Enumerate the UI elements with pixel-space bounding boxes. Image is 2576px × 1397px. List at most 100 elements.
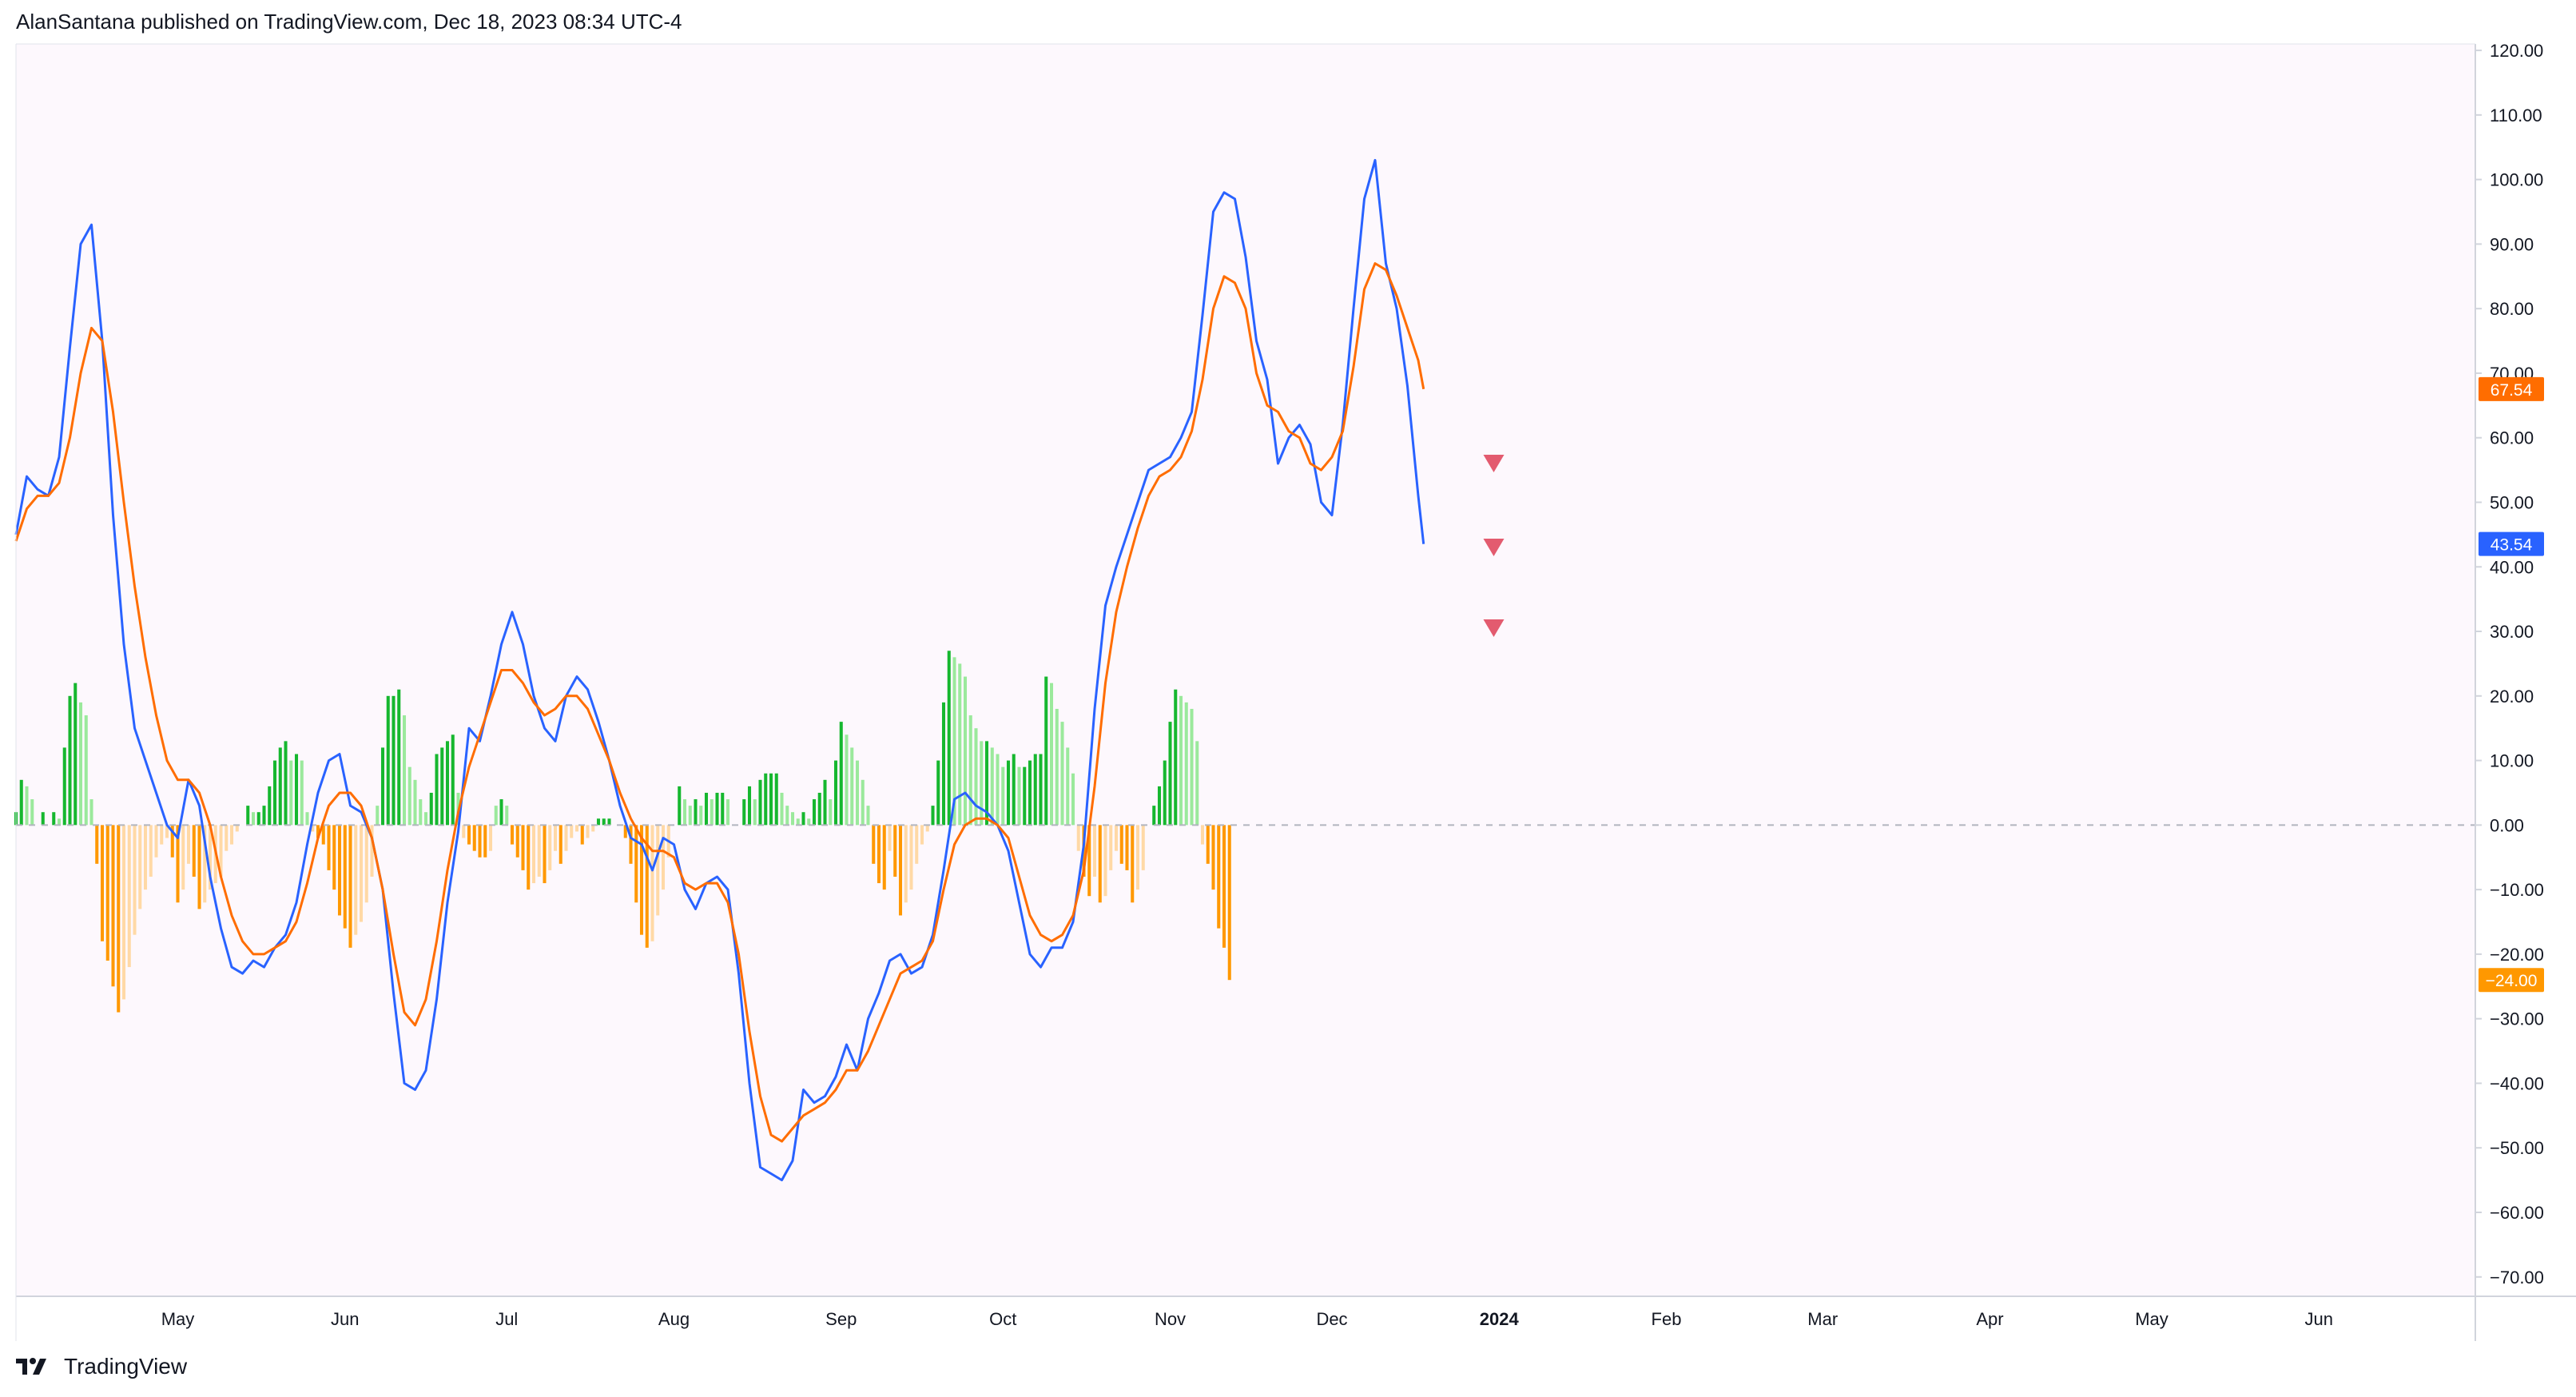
histogram-bar bbox=[1109, 825, 1113, 870]
time-axis-background[interactable] bbox=[16, 1296, 2576, 1341]
price-tick-label: 10.00 bbox=[2490, 751, 2534, 771]
histogram-bar bbox=[251, 812, 256, 826]
histogram-bar bbox=[796, 818, 800, 826]
histogram-bar bbox=[483, 825, 487, 858]
tradingview-logo-icon bbox=[16, 1358, 46, 1375]
histogram-bar bbox=[462, 825, 466, 838]
histogram-bar bbox=[1006, 760, 1011, 826]
histogram-bar bbox=[192, 825, 196, 877]
histogram-bar bbox=[133, 825, 137, 935]
histogram-bar bbox=[278, 747, 282, 826]
histogram-bar bbox=[725, 799, 730, 826]
histogram-bar bbox=[289, 760, 293, 826]
tradingview-brand: TradingView bbox=[64, 1354, 188, 1379]
price-tick-label: −30.00 bbox=[2490, 1009, 2544, 1029]
histogram-bar bbox=[574, 825, 579, 832]
histogram-bar bbox=[564, 825, 568, 851]
histogram-bar bbox=[1039, 754, 1043, 826]
histogram-bar bbox=[19, 779, 23, 826]
histogram-bar bbox=[1179, 695, 1183, 826]
histogram-bar bbox=[435, 754, 439, 826]
histogram-bar bbox=[225, 825, 229, 851]
histogram-bar bbox=[505, 806, 509, 826]
histogram-bar bbox=[105, 825, 109, 961]
histogram-bar bbox=[380, 747, 385, 826]
histogram-bar bbox=[74, 683, 78, 826]
histogram-bar bbox=[570, 825, 574, 838]
last-value-label: 67.54 bbox=[2491, 381, 2533, 400]
histogram-bar bbox=[742, 799, 746, 826]
price-tick-label: −60.00 bbox=[2490, 1203, 2544, 1223]
histogram-bar bbox=[650, 825, 654, 941]
histogram-bar bbox=[1131, 825, 1135, 903]
histogram-bar bbox=[354, 825, 358, 935]
price-tick-label: 40.00 bbox=[2490, 557, 2534, 577]
histogram-bar bbox=[197, 825, 201, 909]
histogram-bar bbox=[758, 779, 762, 826]
histogram-bar bbox=[1103, 825, 1107, 897]
histogram-bar bbox=[780, 792, 784, 826]
histogram-bar bbox=[839, 722, 843, 826]
tradingview-logo[interactable]: TradingView bbox=[16, 1354, 187, 1379]
histogram-bar bbox=[143, 825, 148, 890]
histogram-bar bbox=[1028, 760, 1032, 826]
histogram-bar bbox=[84, 715, 88, 826]
histogram-bar bbox=[974, 728, 978, 826]
price-tick-label: −20.00 bbox=[2490, 945, 2544, 965]
histogram-bar bbox=[89, 799, 93, 826]
histogram-bar bbox=[1206, 825, 1210, 864]
histogram-bar bbox=[30, 799, 34, 826]
price-tick-label: −50.00 bbox=[2490, 1138, 2544, 1158]
histogram-bar bbox=[181, 825, 185, 890]
histogram-bar bbox=[57, 818, 62, 826]
histogram-bar bbox=[543, 825, 547, 884]
histogram-bar bbox=[963, 676, 968, 826]
histogram-bar bbox=[823, 779, 827, 826]
time-tick-label: 2024 bbox=[1480, 1309, 1520, 1329]
histogram-bar bbox=[537, 825, 541, 877]
time-tick-label: May bbox=[2135, 1309, 2169, 1329]
histogram-bar bbox=[521, 825, 525, 870]
histogram-bar bbox=[419, 799, 423, 826]
time-tick-label: Jul bbox=[495, 1309, 518, 1329]
histogram-bar bbox=[785, 806, 789, 826]
histogram-bar bbox=[1114, 825, 1119, 851]
histogram-bar bbox=[807, 818, 811, 826]
histogram-bar bbox=[1098, 825, 1102, 903]
chart-svg[interactable]: 120.00110.00100.0090.0080.0070.0060.0050… bbox=[0, 0, 2576, 1397]
time-tick-label: Jun bbox=[2305, 1309, 2333, 1329]
histogram-bar bbox=[262, 806, 266, 826]
histogram-bar bbox=[160, 825, 164, 845]
histogram-bar bbox=[440, 747, 444, 826]
histogram-bar bbox=[866, 806, 870, 826]
histogram-bar bbox=[1049, 683, 1054, 826]
histogram-bar bbox=[548, 825, 552, 870]
histogram-bar bbox=[1200, 825, 1205, 845]
histogram-bar bbox=[920, 825, 924, 845]
price-axis[interactable]: 120.00110.00100.0090.0080.0070.0060.0050… bbox=[2475, 41, 2544, 1288]
histogram-bar bbox=[747, 786, 752, 826]
histogram-bar bbox=[682, 799, 687, 826]
histogram-bar bbox=[1152, 806, 1156, 826]
histogram-bar bbox=[392, 695, 396, 826]
histogram-bar bbox=[639, 825, 644, 935]
histogram-bar bbox=[678, 786, 682, 826]
histogram-bar bbox=[909, 825, 913, 890]
oscillator-chart[interactable]: 120.00 110.00 100.00 90.00 80.00 70.00 60.00 50… bbox=[0, 0, 2576, 1397]
histogram-bar bbox=[256, 812, 260, 826]
histogram-bar bbox=[661, 825, 666, 890]
last-value-label: −24.00 bbox=[2486, 972, 2538, 990]
histogram-bar bbox=[882, 825, 886, 890]
price-tick-label: 60.00 bbox=[2490, 428, 2534, 448]
histogram-bar bbox=[688, 806, 692, 826]
histogram-bar bbox=[602, 818, 606, 826]
histogram-bar bbox=[801, 812, 805, 826]
histogram-bar bbox=[586, 825, 590, 838]
histogram-bar bbox=[893, 825, 897, 877]
histogram-bar bbox=[845, 734, 849, 826]
histogram-bar bbox=[305, 812, 309, 826]
histogram-bar bbox=[121, 825, 126, 1000]
histogram-bar bbox=[343, 825, 347, 929]
time-tick-label: Oct bbox=[989, 1309, 1016, 1329]
histogram-bar bbox=[915, 825, 919, 864]
